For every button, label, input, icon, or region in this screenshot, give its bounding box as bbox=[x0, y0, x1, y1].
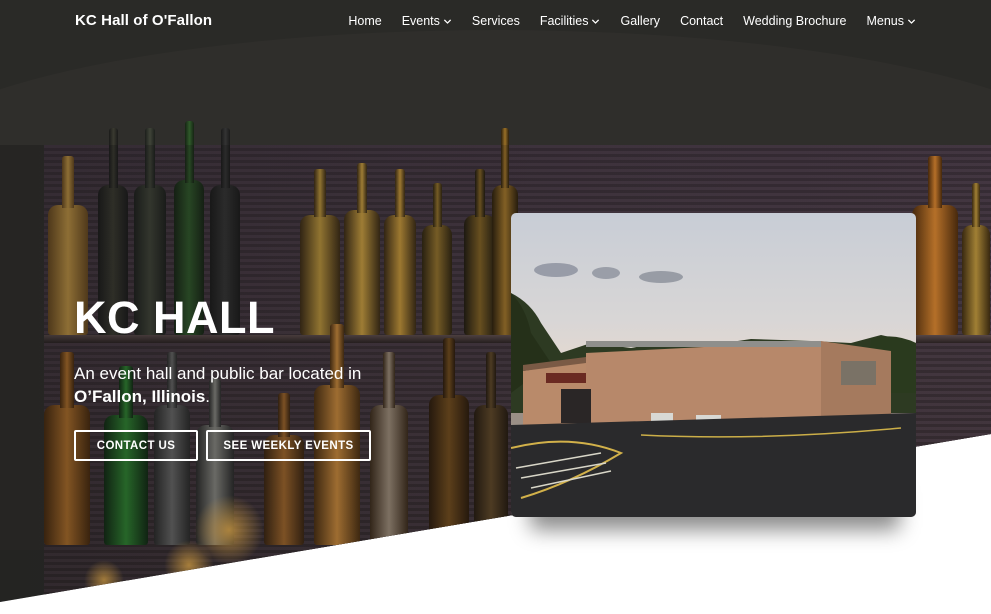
hero-subtitle-text: An event hall and public bar located in bbox=[74, 364, 362, 383]
nav-services-label: Services bbox=[471, 14, 520, 28]
hall-building-image bbox=[511, 263, 916, 517]
nav-contact-label: Contact bbox=[680, 14, 724, 28]
nav-home[interactable]: Home bbox=[348, 14, 381, 28]
hero-location: O’Fallon, Illinois bbox=[74, 387, 206, 406]
see-weekly-events-button[interactable]: SEE WEEKLY EVENTS bbox=[206, 430, 371, 461]
nav-services[interactable]: Services bbox=[472, 14, 520, 28]
nav-wedding-brochure[interactable]: Wedding Brochure bbox=[743, 14, 846, 28]
hall-exterior-photo bbox=[511, 213, 916, 517]
nav-menus-label: Menus bbox=[866, 14, 904, 28]
contact-us-button[interactable]: CONTACT US bbox=[74, 430, 198, 461]
hero-subtitle-period: . bbox=[205, 387, 211, 406]
chevron-down-icon bbox=[592, 18, 600, 24]
nav-gallery-label: Gallery bbox=[620, 14, 661, 28]
nav-facilities[interactable]: Facilities bbox=[540, 14, 601, 28]
nav-gallery[interactable]: Gallery bbox=[620, 14, 660, 28]
nav-facilities-label: Facilities bbox=[539, 14, 589, 28]
chevron-down-icon bbox=[443, 18, 452, 24]
top-navbar: KC Hall of O'Fallon Home Events Services… bbox=[0, 0, 991, 44]
nav-events-label: Events bbox=[401, 14, 440, 28]
hero-title: KC HALL bbox=[74, 292, 275, 343]
nav-contact[interactable]: Contact bbox=[680, 14, 723, 28]
site-brand[interactable]: KC Hall of O'Fallon bbox=[75, 12, 212, 29]
nav-menus[interactable]: Menus bbox=[866, 14, 916, 28]
hero-subtitle: An event hall and public bar located in … bbox=[74, 362, 434, 408]
nav-wedding-brochure-label: Wedding Brochure bbox=[743, 14, 847, 28]
nav-home-label: Home bbox=[348, 14, 382, 28]
nav-events[interactable]: Events bbox=[402, 14, 452, 28]
main-menu: Home Events Services Facilities Gallery … bbox=[348, 14, 916, 28]
chevron-down-icon bbox=[907, 18, 916, 24]
